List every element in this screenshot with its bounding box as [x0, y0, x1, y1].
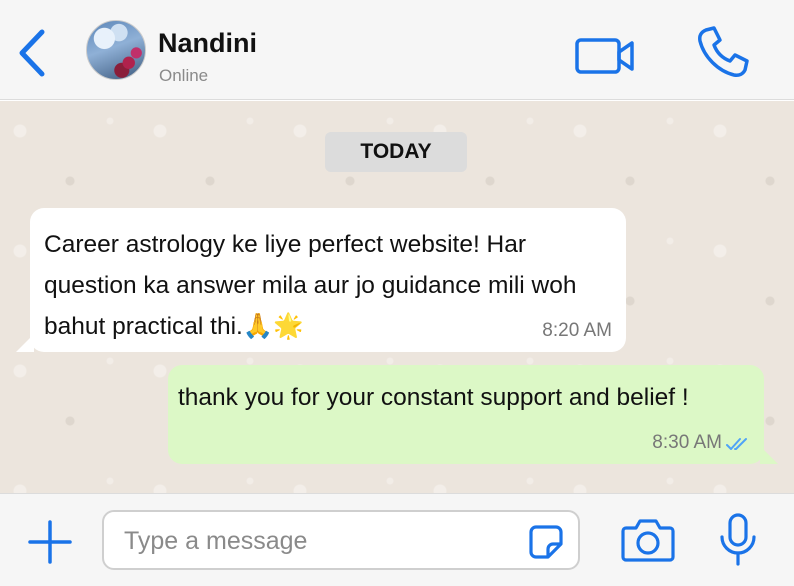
voice-call-button[interactable]	[694, 24, 750, 80]
message-time: 8:20 AM	[542, 320, 612, 341]
sticker-icon	[529, 525, 563, 559]
bubble-tail	[16, 334, 34, 352]
outgoing-message-bubble[interactable]: thank you for your constant support and …	[168, 365, 778, 464]
plus-icon	[28, 520, 72, 564]
message-time: 8:30 AM	[652, 432, 722, 453]
sticker-button[interactable]	[528, 524, 564, 560]
video-camera-icon	[575, 38, 634, 74]
incoming-message-bubble[interactable]: Career astrology ke liye perfect website…	[16, 208, 626, 352]
message-text: thank you for your constant support and …	[178, 384, 689, 411]
microphone-icon	[720, 513, 756, 566]
chat-header: Nandini Online	[0, 0, 794, 100]
contact-name[interactable]: Nandini	[158, 28, 257, 59]
message-input[interactable]	[124, 522, 524, 560]
phone-icon	[698, 26, 749, 77]
contact-status: Online	[159, 66, 209, 85]
back-button[interactable]	[14, 28, 54, 78]
video-call-button[interactable]	[574, 36, 638, 76]
message-composer	[0, 493, 794, 586]
message-input-container[interactable]	[102, 510, 580, 570]
camera-button[interactable]	[620, 516, 676, 564]
message-text: Career astrology ke liye perfect website…	[44, 231, 577, 340]
attach-button[interactable]	[26, 518, 74, 566]
bubble-tail	[760, 446, 778, 464]
camera-icon	[621, 519, 675, 562]
avatar[interactable]	[86, 20, 146, 80]
chevron-left-icon	[19, 29, 45, 77]
chat-area[interactable]: TODAY Career astrology ke liye perfect w…	[0, 101, 794, 493]
double-check-icon	[726, 438, 747, 450]
voice-message-button[interactable]	[718, 512, 758, 568]
date-divider: TODAY	[325, 132, 467, 172]
